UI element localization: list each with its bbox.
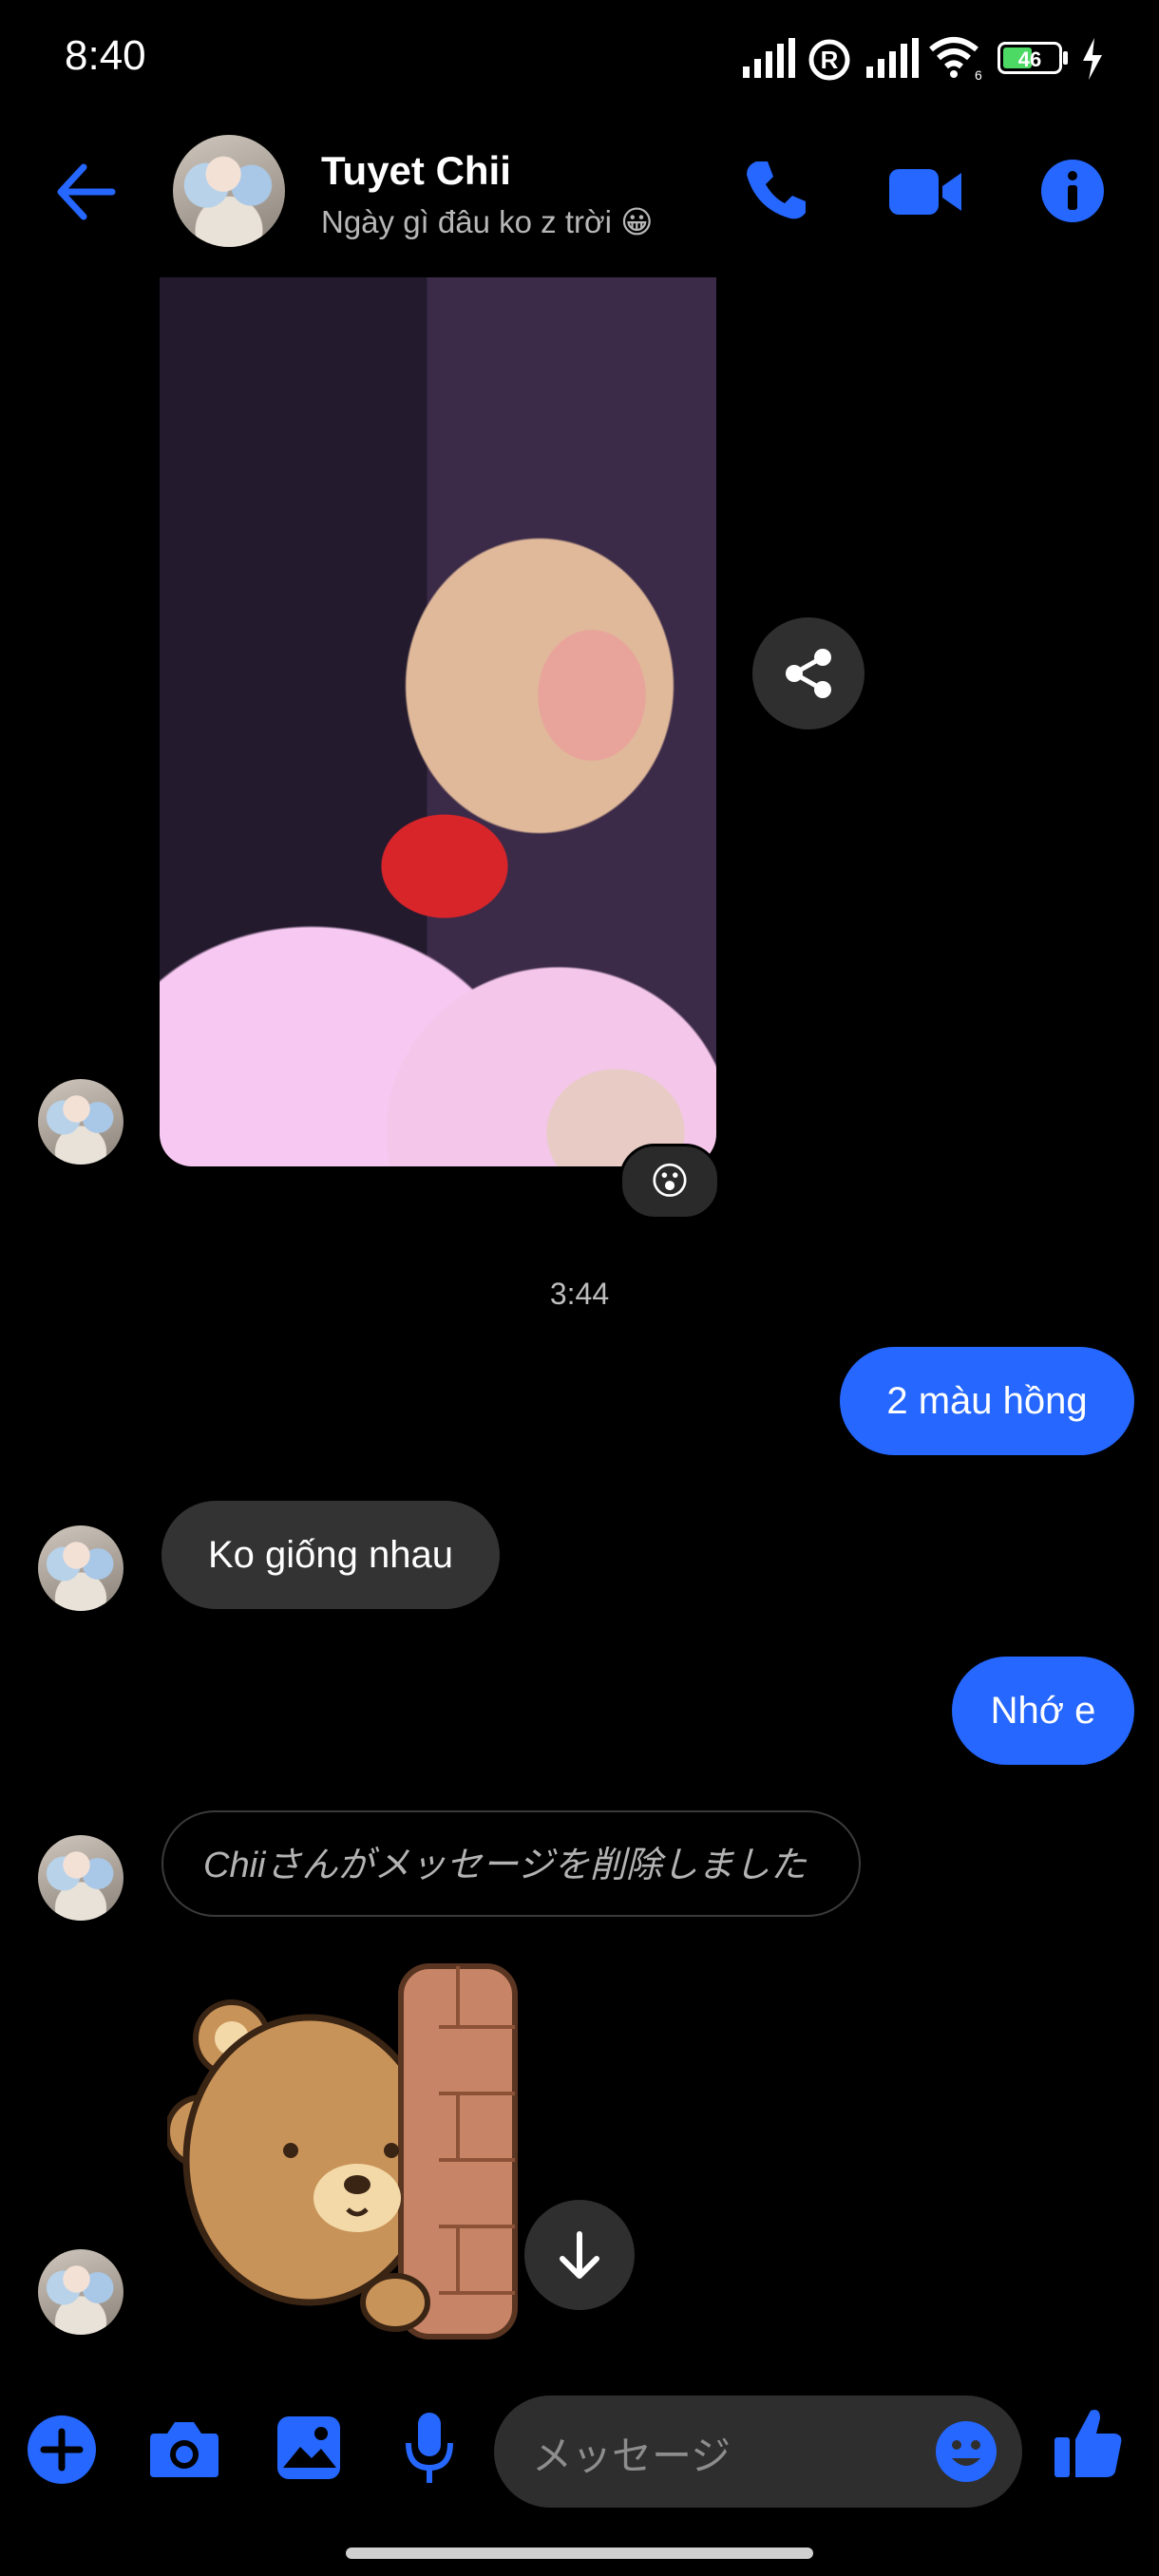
phone-icon[interactable] [743,158,809,224]
avatar [38,1079,124,1165]
avatar [38,2249,124,2335]
avatar [38,1525,124,1611]
svg-text:R: R [821,46,839,74]
battery-tip [1063,51,1068,65]
contact-name[interactable]: Tuyet Chii [321,148,511,194]
message-text: Nhớ e [990,1690,1096,1732]
thumbs-up-icon[interactable] [1053,2405,1123,2481]
status-time: 8:40 [65,32,146,79]
svg-text:6: 6 [975,67,982,82]
share-button[interactable] [752,617,864,729]
emoji-icon[interactable] [935,2420,998,2483]
video-camera-icon[interactable] [887,163,963,220]
contact-status: Ngày gì đâu ko z trời 😀 [321,204,654,239]
camera-icon[interactable] [148,2418,220,2479]
incoming-message[interactable]: Ko giống nhau [162,1501,500,1609]
signal-icon [743,38,795,78]
bear-sticker[interactable] [167,1960,528,2340]
info-icon[interactable] [1039,158,1106,224]
photo-message[interactable] [160,277,716,1166]
battery-icon: 46 [998,42,1062,74]
scroll-down-button[interactable] [524,2200,635,2310]
wifi-icon: 6 [929,37,982,82]
home-indicator [346,2548,813,2559]
reaction-badge[interactable]: 😮 [619,1144,720,1220]
outgoing-message[interactable]: 2 màu hồng [840,1347,1134,1455]
time-separator: 3:44 [549,1277,610,1311]
reaction-emoji: 😮 [650,1161,690,1203]
message-text: 2 màu hồng [886,1380,1088,1422]
avatar [38,1835,124,1921]
charging-icon [1083,38,1102,80]
contact-avatar[interactable] [173,135,285,247]
message-placeholder: メッセージ [532,2434,732,2478]
signal-icon-2 [866,38,919,78]
registered-icon: R [808,39,850,81]
deleted-message-notice: Chiiさんがメッセージを削除しました [162,1810,861,1917]
back-arrow-icon[interactable] [55,161,116,222]
battery-level: 46 [1017,47,1042,71]
share-icon [786,649,831,698]
outgoing-message[interactable]: Nhớ e [952,1657,1134,1765]
gallery-icon[interactable] [276,2415,342,2481]
plus-icon[interactable] [27,2415,97,2485]
arrow-down-icon [560,2231,599,2279]
microphone-icon[interactable] [403,2411,456,2487]
message-text: Ko giống nhau [207,1534,453,1576]
